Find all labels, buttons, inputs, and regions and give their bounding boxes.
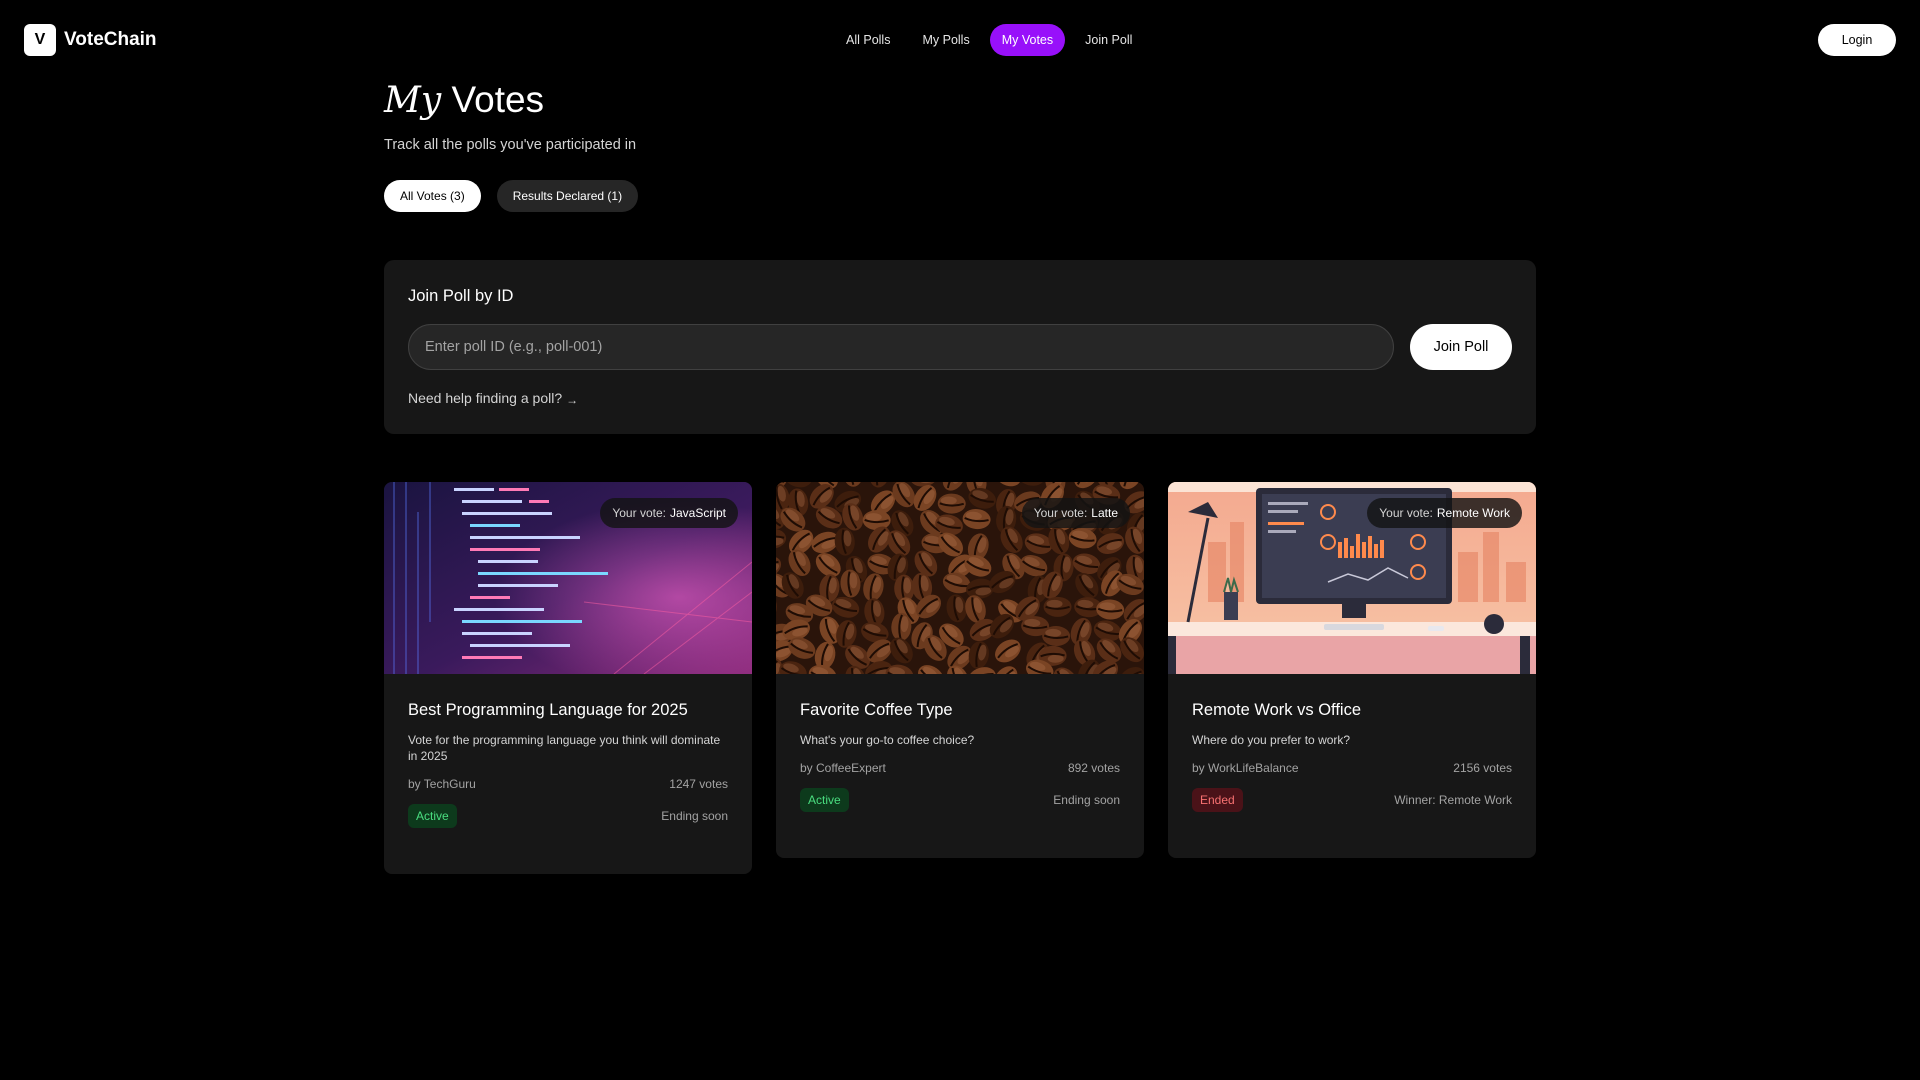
status-badge: Active: [800, 788, 849, 812]
poll-ending-note: Ending soon: [1053, 793, 1120, 807]
poll-winner-note: Winner: Remote Work: [1394, 793, 1512, 807]
poll-id-input[interactable]: [408, 324, 1394, 370]
poll-card[interactable]: Your vote: JavaScript Best Programming L…: [384, 482, 752, 874]
poll-card[interactable]: Your vote: Remote Work Remote Work vs Of…: [1168, 482, 1536, 858]
nav-all-polls[interactable]: All Polls: [834, 24, 902, 56]
poll-footer: Ended Winner: Remote Work: [1192, 788, 1512, 812]
filter-all-votes[interactable]: All Votes (3): [384, 180, 481, 212]
app-name: VoteChain: [64, 29, 157, 50]
filter-results-declared[interactable]: Results Declared (1): [496, 180, 639, 212]
page-title: My Votes: [384, 76, 544, 125]
main-nav: All Polls My Polls My Votes Join Poll: [834, 24, 1144, 56]
poll-title: Best Programming Language for 2025: [408, 701, 688, 719]
your-vote-badge: Your vote: JavaScript: [600, 498, 738, 528]
page-title-rest: Votes: [451, 79, 545, 120]
poll-author: by CoffeeExpert: [800, 761, 886, 775]
your-vote-label: Your vote:: [1033, 506, 1088, 520]
page-subtitle: Track all the polls you've participated …: [384, 137, 637, 153]
your-vote-label: Your vote:: [1379, 506, 1433, 520]
poll-meta: by WorkLifeBalance 2156 votes: [1192, 760, 1512, 776]
your-vote-badge: Your vote: Remote Work: [1367, 498, 1522, 528]
poll-card[interactable]: Your vote: Latte Favorite Coffee Type Wh…: [776, 482, 1144, 858]
app-logo[interactable]: V VoteChain: [24, 24, 157, 56]
vote-filters: All Votes (3) Results Declared (1): [384, 180, 639, 212]
poll-card-body: Favorite Coffee Type What's your go-to c…: [776, 674, 1144, 858]
help-link-text: Need help finding a poll?: [408, 390, 563, 406]
poll-meta: by CoffeeExpert 892 votes: [800, 760, 1120, 776]
your-vote-label: Your vote:: [612, 506, 666, 520]
join-poll-title: Join Poll by ID: [408, 287, 514, 305]
code-screen-image: Your vote: JavaScript: [384, 482, 752, 674]
home-office-desk-image: Your vote: Remote Work: [1168, 482, 1536, 674]
poll-footer: Active Ending soon: [408, 804, 728, 828]
join-poll-panel: Join Poll by ID Join Poll Need help find…: [384, 260, 1536, 434]
poll-description: Where do you prefer to work?: [1192, 733, 1351, 747]
poll-author: by TechGuru: [408, 777, 476, 791]
poll-description: What's your go-to coffee choice?: [800, 733, 975, 747]
poll-vote-count: 1247 votes: [669, 777, 728, 791]
poll-vote-count: 2156 votes: [1453, 761, 1512, 775]
page-title-emphasis: My: [384, 80, 442, 121]
help-finding-poll-link[interactable]: Need help finding a poll? →: [408, 390, 579, 407]
poll-description: Vote for the programming language you th…: [408, 733, 721, 763]
poll-title: Favorite Coffee Type: [800, 701, 953, 719]
poll-card-body: Best Programming Language for 2025 Vote …: [384, 674, 752, 874]
nav-join-poll[interactable]: Join Poll: [1073, 24, 1144, 56]
poll-vote-count: 892 votes: [1067, 761, 1120, 775]
poll-author: by WorkLifeBalance: [1192, 761, 1299, 775]
arrow-right-icon: →: [566, 393, 579, 407]
join-poll-button[interactable]: Join Poll: [1410, 324, 1512, 370]
poll-ending-note: Ending soon: [661, 809, 728, 823]
poll-footer: Active Ending soon: [800, 788, 1120, 812]
nav-my-polls[interactable]: My Polls: [910, 24, 981, 56]
your-vote-value: Remote Work: [1436, 506, 1510, 520]
nav-my-votes[interactable]: My Votes: [989, 24, 1066, 56]
top-navbar: V VoteChain All Polls My Polls My Votes …: [0, 0, 1920, 80]
poll-title: Remote Work vs Office: [1192, 701, 1362, 719]
coffee-beans-image: Your vote: Latte: [776, 482, 1144, 674]
poll-meta: by TechGuru 1247 votes: [408, 776, 728, 792]
status-badge: Active: [408, 804, 457, 828]
your-vote-value: Latte: [1091, 506, 1118, 520]
your-vote-badge: Your vote: Latte: [1021, 498, 1130, 528]
your-vote-value: JavaScript: [669, 506, 726, 520]
logo-mark-icon: V: [24, 24, 56, 56]
login-button[interactable]: Login: [1818, 24, 1896, 56]
status-badge: Ended: [1192, 788, 1243, 812]
poll-card-body: Remote Work vs Office Where do you prefe…: [1168, 674, 1536, 858]
